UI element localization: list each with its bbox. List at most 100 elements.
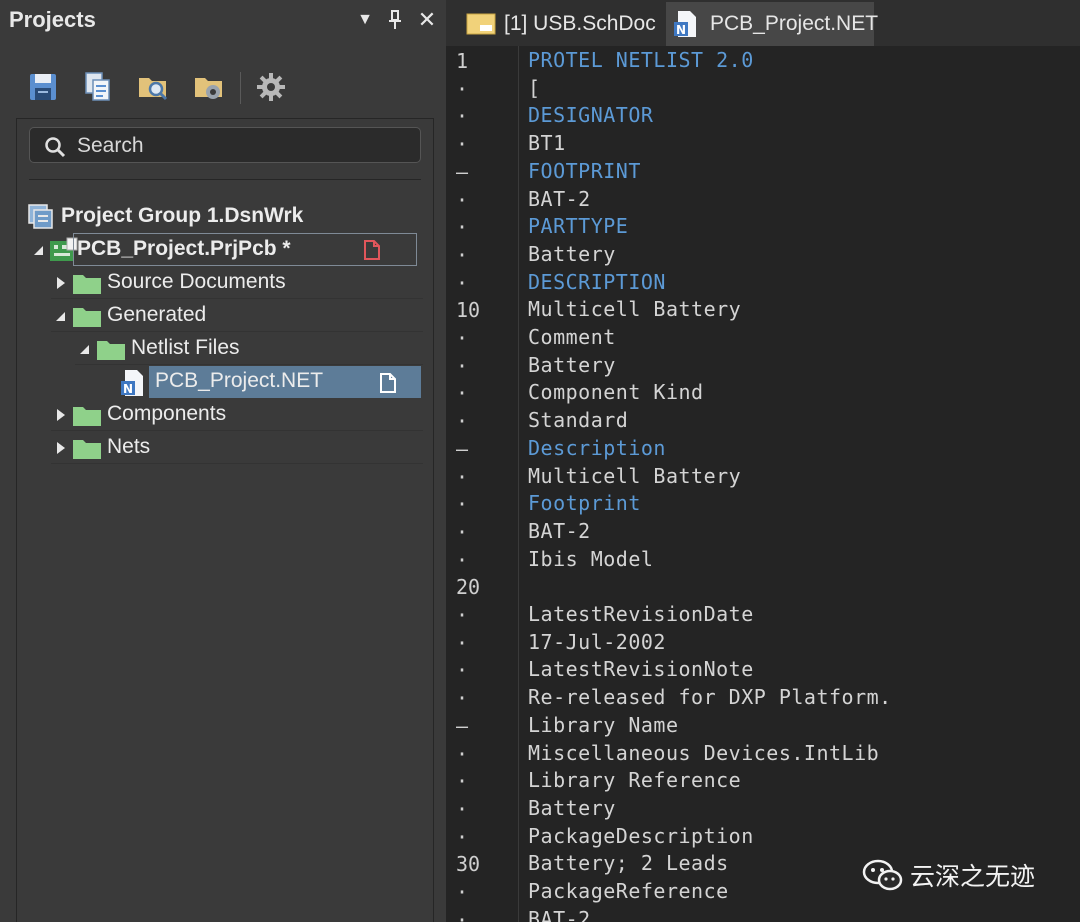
line-text: PARTTYPE bbox=[528, 214, 629, 239]
folder-settings-button[interactable] bbox=[192, 70, 226, 104]
line-text: PROTEL NETLIST 2.0 bbox=[528, 48, 754, 72]
line-number: · bbox=[456, 519, 469, 544]
line-text: Multicell Battery bbox=[528, 463, 742, 488]
line-number: · bbox=[456, 741, 469, 766]
modified-document-icon bbox=[364, 240, 380, 260]
code-line: 1 PROTEL NETLIST 2.0 bbox=[446, 48, 1080, 76]
tree-item-project[interactable]: PCB_Project.PrjPcb * bbox=[25, 233, 425, 266]
tree-item-generated[interactable]: Generated bbox=[51, 300, 423, 332]
copy-documents-icon bbox=[85, 72, 110, 101]
line-number: · bbox=[456, 326, 469, 350]
code-line: · Ibis Model bbox=[446, 547, 1080, 575]
tree-item-project-group[interactable]: Project Group 1.DsnWrk bbox=[25, 201, 421, 233]
line-number: · bbox=[456, 630, 469, 655]
code-line: · BAT-2 bbox=[446, 187, 1080, 215]
tab-pcb-project-net[interactable]: N PCB_Project.NET bbox=[666, 2, 878, 46]
code-line: · Battery bbox=[446, 242, 1080, 270]
tree-item-netlist-file[interactable]: N PCB_Project.NET bbox=[121, 366, 425, 398]
svg-text:N: N bbox=[123, 382, 133, 396]
code-line: · Re-released for DXP Platform. bbox=[446, 685, 1080, 713]
tree-item-netlist-files[interactable]: Netlist Files bbox=[75, 333, 423, 365]
line-number: 20 bbox=[456, 575, 481, 600]
svg-text:N: N bbox=[676, 23, 686, 37]
line-number: · bbox=[456, 796, 469, 821]
line-number: · bbox=[456, 270, 469, 295]
code-line: – Description bbox=[446, 436, 1080, 464]
code-line: · BT1 bbox=[446, 131, 1080, 159]
projects-panel: Projects ▼ ✕ Search Project Group 1.DsnW… bbox=[0, 0, 446, 922]
code-line: · DESCRIPTION bbox=[446, 270, 1080, 298]
line-number: 10 bbox=[456, 298, 481, 323]
code-line: · 17-Jul-2002 bbox=[446, 630, 1080, 658]
editor-area: [1] USB.SchDoc N PCB_Project.NET 1 PROTEL… bbox=[446, 0, 1080, 922]
line-text: FOOTPRINT bbox=[528, 158, 641, 183]
code-line: · Battery bbox=[446, 353, 1080, 381]
panel-toolbar bbox=[0, 62, 446, 112]
collapse-arrow-icon[interactable] bbox=[55, 309, 67, 323]
project-label: PCB_Project.PrjPcb * bbox=[77, 237, 291, 260]
code-line: · BAT-2 bbox=[446, 907, 1080, 922]
line-number: – bbox=[456, 159, 469, 184]
panel-title: Projects bbox=[9, 7, 96, 32]
gear-icon bbox=[257, 73, 285, 101]
expand-arrow-icon[interactable] bbox=[55, 276, 67, 290]
search-icon bbox=[45, 137, 66, 158]
pin-icon bbox=[389, 10, 401, 29]
save-button[interactable] bbox=[26, 70, 60, 104]
components-label: Components bbox=[107, 402, 227, 425]
tree-item-components[interactable]: Components bbox=[51, 399, 423, 431]
line-text: Miscellaneous Devices.IntLib bbox=[528, 740, 880, 765]
code-editor[interactable]: 1 PROTEL NETLIST 2.0 ·[· DESIGNATOR · BT1– FOO… bbox=[446, 46, 1080, 922]
code-line: · Library Reference bbox=[446, 768, 1080, 796]
folder-icon bbox=[73, 440, 101, 459]
wechat-icon bbox=[862, 859, 903, 891]
panel-menu-button[interactable]: ▼ bbox=[352, 6, 378, 34]
line-text: Description bbox=[528, 435, 666, 460]
code-line: · Standard bbox=[446, 408, 1080, 436]
collapse-arrow-icon[interactable] bbox=[33, 243, 45, 257]
collapse-arrow-icon[interactable] bbox=[79, 342, 91, 356]
line-number: · bbox=[456, 187, 469, 212]
line-number: · bbox=[456, 907, 469, 922]
netlist-doc-icon: N bbox=[121, 370, 143, 396]
code-line: ·[ bbox=[446, 76, 1080, 104]
line-number: · bbox=[456, 353, 469, 378]
project-tree-area: Search Project Group 1.DsnWrk PCB_Projec… bbox=[16, 118, 434, 922]
watermark: 云深之无迹 bbox=[862, 856, 1062, 892]
line-number: · bbox=[456, 824, 469, 849]
code-line: – FOOTPRINT bbox=[446, 159, 1080, 187]
tree-item-nets[interactable]: Nets bbox=[51, 432, 423, 464]
folder-search-button[interactable] bbox=[136, 70, 170, 104]
code-line: · Miscellaneous Devices.IntLib bbox=[446, 741, 1080, 769]
close-panel-button[interactable]: ✕ bbox=[414, 6, 440, 34]
line-number: · bbox=[456, 492, 469, 517]
line-text: Component Kind bbox=[528, 380, 704, 405]
watermark-text: 云深之无迹 bbox=[910, 862, 1036, 891]
pin-button[interactable] bbox=[382, 6, 408, 34]
panel-header: Projects ▼ ✕ bbox=[0, 0, 446, 42]
settings-button[interactable] bbox=[254, 70, 288, 104]
generated-label: Generated bbox=[107, 303, 207, 326]
netlist-files-label: Netlist Files bbox=[131, 336, 240, 359]
project-group-label: Project Group 1.DsnWrk bbox=[61, 204, 304, 227]
document-icon bbox=[380, 373, 396, 393]
tab-usb-schdoc[interactable]: [1] USB.SchDoc bbox=[458, 2, 660, 46]
tree-item-source-documents[interactable]: Source Documents bbox=[51, 267, 423, 299]
line-text: LatestRevisionNote bbox=[528, 657, 754, 682]
search-input[interactable]: Search bbox=[29, 127, 421, 163]
code-line: · PARTTYPE bbox=[446, 214, 1080, 242]
code-line: – Library Name bbox=[446, 713, 1080, 741]
line-number: · bbox=[456, 880, 469, 904]
line-text: DESIGNATOR bbox=[528, 103, 654, 128]
line-number: · bbox=[456, 686, 469, 711]
expand-arrow-icon[interactable] bbox=[55, 441, 67, 455]
line-number: 30 bbox=[456, 852, 481, 877]
line-text: Library Reference bbox=[528, 768, 742, 793]
copy-documents-button[interactable] bbox=[81, 70, 115, 104]
code-line: · PackageDescription bbox=[446, 824, 1080, 852]
folder-icon bbox=[73, 407, 101, 426]
line-number: · bbox=[456, 242, 469, 267]
divider bbox=[29, 179, 421, 180]
expand-arrow-icon[interactable] bbox=[55, 408, 67, 422]
line-number: – bbox=[456, 713, 469, 738]
